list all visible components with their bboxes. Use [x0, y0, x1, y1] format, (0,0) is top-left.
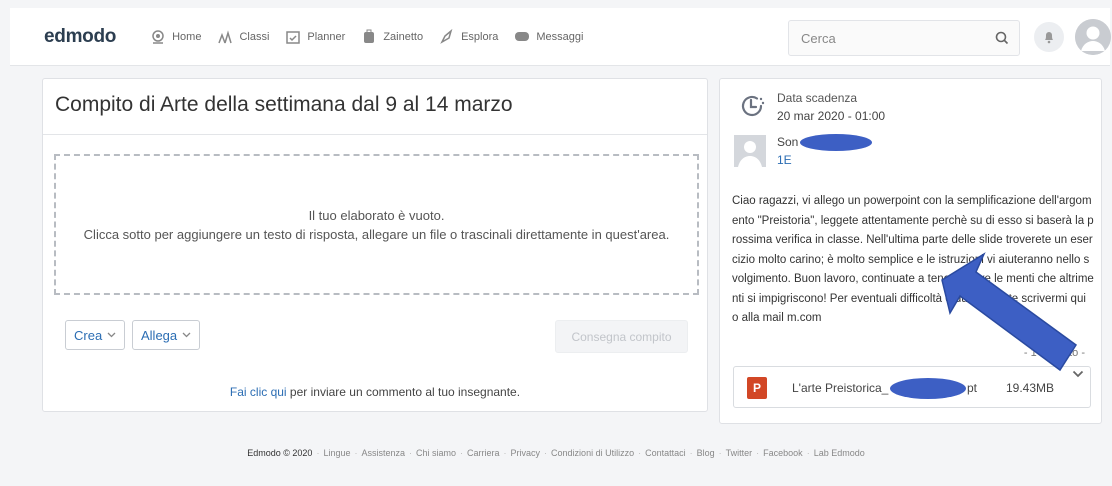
home-icon — [152, 29, 164, 44]
powerpoint-icon: P — [747, 377, 767, 399]
attachment-size: 19.43MB — [1006, 381, 1055, 395]
footer: Edmodo © 2020 · Lingue · Assistenza · Chi siam… — [247, 448, 865, 458]
nav-home-label: Home — [172, 30, 202, 43]
nav-classes-label: Classi — [239, 30, 270, 43]
redaction-mark — [890, 378, 966, 399]
footer-link-help[interactable]: Assistenza — [361, 448, 405, 458]
search-icon[interactable] — [995, 31, 1009, 45]
comment-link[interactable]: Fai clic qui per inviare un commento al … — [43, 385, 707, 399]
footer-link-privacy[interactable]: Privacy — [511, 448, 541, 458]
nav-home[interactable]: Home — [150, 29, 201, 45]
footer-link-facebook[interactable]: Facebook — [763, 448, 803, 458]
nav-messages[interactable]: Messaggi — [514, 29, 583, 45]
response-dropzone[interactable]: Il tuo elaborato è vuoto. Clicca sotto p… — [54, 154, 699, 295]
empty-instructions: Clicca sotto per aggiungere un testo di … — [83, 226, 670, 242]
assignment-card: Compito di Arte della settimana dal 9 al… — [42, 78, 708, 412]
footer-link-blog[interactable]: Blog — [697, 448, 715, 458]
footer-link-terms[interactable]: Condizioni di Utilizzo — [551, 448, 634, 458]
chevron-down-icon — [182, 332, 191, 338]
footer-link-languages[interactable]: Lingue — [323, 448, 350, 458]
attachment-extension: pt — [967, 381, 978, 395]
assignment-title: Compito di Arte della settimana dal 9 al… — [43, 79, 707, 135]
edmodo-logo[interactable]: edmodo — [44, 26, 116, 48]
footer-link-about[interactable]: Chi siamo — [416, 448, 456, 458]
user-avatar[interactable] — [1075, 19, 1111, 55]
notifications-button[interactable] — [1034, 22, 1064, 52]
footer-brand: Edmodo © 2020 — [247, 448, 313, 458]
attach-button[interactable]: Allega — [132, 320, 201, 350]
classes-icon — [218, 29, 233, 43]
footer-link-contact[interactable]: Contattaci — [645, 448, 686, 458]
comment-link-text: per inviare un commento al tuo insegnant… — [286, 385, 521, 399]
avatar-placeholder-icon — [738, 141, 762, 167]
nav-backpack[interactable]: Zainetto — [361, 29, 423, 45]
attach-label: Allega — [141, 327, 178, 343]
footer-link-twitter[interactable]: Twitter — [726, 448, 753, 458]
teacher-avatar[interactable] — [734, 135, 766, 167]
nav-backpack-label: Zainetto — [383, 30, 424, 43]
message-icon — [515, 31, 530, 41]
planner-icon — [286, 30, 301, 44]
footer-link-lab[interactable]: Lab Edmodo — [814, 448, 865, 458]
assignment-details-card: Data scadenza 20 mar 2020 - 01:00 Son 1E… — [719, 78, 1102, 424]
attachment-item[interactable]: P L'arte Preistorica_ pt 19.43MB — [733, 366, 1091, 408]
nav-classes[interactable]: Classi — [217, 29, 269, 45]
create-button[interactable]: Crea — [65, 320, 126, 350]
chevron-down-icon[interactable] — [1072, 370, 1084, 378]
clock-icon — [741, 95, 765, 117]
class-link[interactable]: 1E — [777, 153, 792, 167]
user-avatar-icon — [1075, 19, 1111, 55]
search-box[interactable] — [788, 20, 1020, 56]
attachment-filename: L'arte Preistorica_ — [792, 381, 889, 395]
nav-planner[interactable]: Planner — [285, 29, 345, 45]
assignment-description: Ciao ragazzi, vi allego un powerpoint co… — [732, 195, 1094, 324]
due-date-value: 20 mar 2020 - 01:00 — [777, 109, 886, 123]
backpack-icon — [364, 29, 375, 43]
top-navbar: edmodo Home Classi Planner Zainetto Espl… — [10, 8, 1111, 66]
comment-link-strong[interactable]: Fai clic qui — [230, 385, 287, 399]
nav-explore-label: Esplora — [461, 30, 499, 43]
create-label: Crea — [74, 327, 103, 343]
nav-items: Home Classi Planner Zainetto Esplora Mes… — [134, 28, 583, 45]
footer-link-careers[interactable]: Carriera — [467, 448, 500, 458]
bell-icon — [1045, 32, 1053, 44]
nav-explore[interactable]: Esplora — [439, 28, 499, 45]
rocket-icon — [440, 28, 453, 44]
search-input[interactable] — [799, 29, 979, 47]
nav-messages-label: Messaggi — [536, 30, 584, 43]
empty-message: Il tuo elaborato è vuoto. — [308, 207, 445, 223]
redaction-mark — [800, 134, 872, 151]
due-date-label: Data scadenza — [777, 91, 858, 105]
submit-assignment-button[interactable]: Consegna compito — [555, 320, 688, 353]
teacher-name[interactable]: Son — [777, 135, 798, 149]
chevron-down-icon — [107, 332, 116, 338]
nav-planner-label: Planner — [307, 30, 346, 43]
attachment-count: - 1 allegato - — [1023, 347, 1085, 359]
